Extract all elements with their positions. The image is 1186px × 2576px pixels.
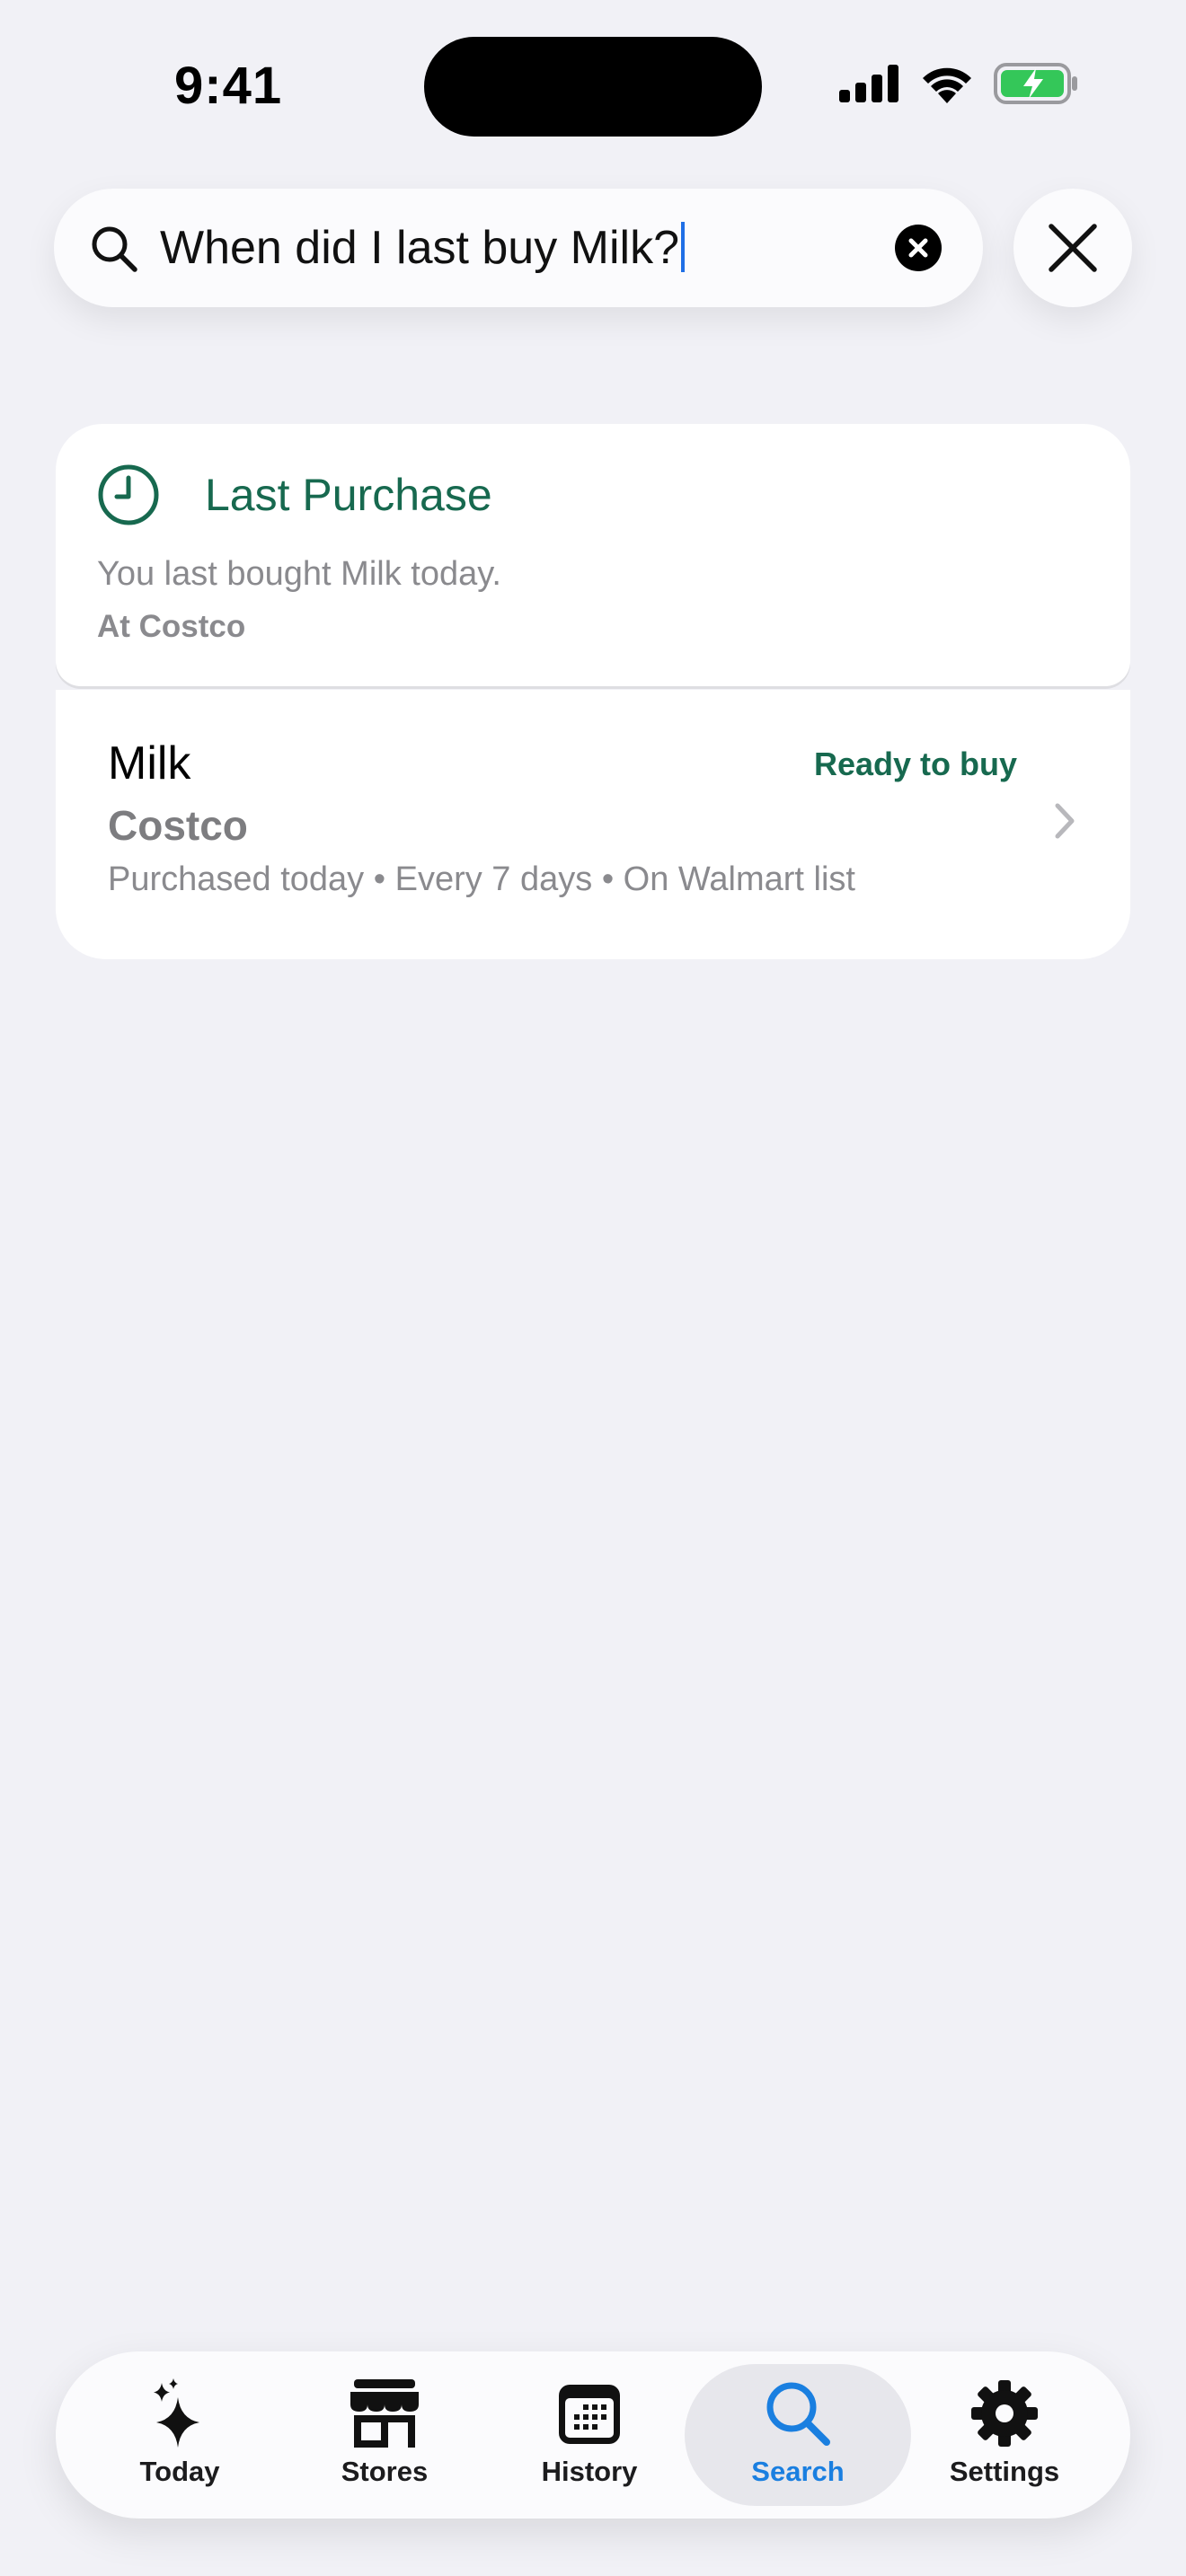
search-field[interactable]: When did I last buy Milk?	[54, 189, 983, 307]
status-badge: Ready to buy	[813, 745, 1017, 782]
storefront-icon	[350, 2379, 419, 2448]
tab-stores[interactable]: Stores	[271, 2364, 498, 2506]
calendar-icon	[559, 2385, 620, 2444]
search-icon	[766, 2382, 830, 2446]
cellular-signal-icon	[839, 65, 898, 102]
battery-charging-icon	[994, 63, 1077, 104]
tab-label-history: History	[541, 2456, 638, 2487]
tab-label-search: Search	[751, 2456, 845, 2487]
search-icon	[92, 226, 137, 272]
search-row: When did I last buy Milk?	[54, 189, 1132, 307]
tab-label-stores: Stores	[341, 2456, 429, 2487]
tab-label-today: Today	[139, 2456, 220, 2487]
search-input[interactable]: When did I last buy Milk?	[160, 221, 686, 275]
tab-search[interactable]: Search	[685, 2364, 911, 2506]
gear-icon	[971, 2380, 1038, 2447]
item-meta: Purchased today • Every 7 days • On Walm…	[108, 860, 855, 898]
tab-settings[interactable]: Settings	[891, 2364, 1118, 2506]
answer-card: Last Purchase You last bought Milk today…	[56, 424, 1130, 686]
status-icons	[839, 63, 1078, 104]
wifi-icon	[923, 67, 971, 103]
search-results: Last Purchase You last bought Milk today…	[56, 424, 1130, 959]
clock-icon	[98, 464, 159, 525]
item-store: Costco	[108, 802, 248, 849]
sparkles-icon	[154, 2378, 199, 2448]
chevron-right-icon	[1055, 803, 1075, 839]
search-query-text: When did I last buy Milk?	[160, 222, 680, 274]
clear-search-button[interactable]	[895, 225, 942, 271]
item-name: Milk	[108, 737, 191, 790]
tab-today[interactable]: Today	[66, 2364, 293, 2506]
status-bar: 9:41	[0, 0, 1186, 171]
clear-icon	[908, 238, 928, 258]
dynamic-island	[424, 37, 762, 137]
close-search-button[interactable]	[1013, 189, 1132, 307]
tab-bar: Today Stores History Search Settings	[56, 2351, 1130, 2519]
answer-card-title: Last Purchase	[205, 470, 492, 520]
tab-history[interactable]: History	[476, 2364, 703, 2506]
answer-store: At Costco	[97, 609, 246, 644]
text-cursor	[681, 222, 686, 272]
close-icon	[1049, 224, 1097, 272]
tab-label-settings: Settings	[949, 2456, 1060, 2487]
answer-text: You last bought Milk today.	[97, 555, 501, 593]
status-time: 9:41	[174, 57, 283, 115]
result-item-row[interactable]: Milk Ready to buy Costco Purchased today…	[56, 690, 1130, 959]
